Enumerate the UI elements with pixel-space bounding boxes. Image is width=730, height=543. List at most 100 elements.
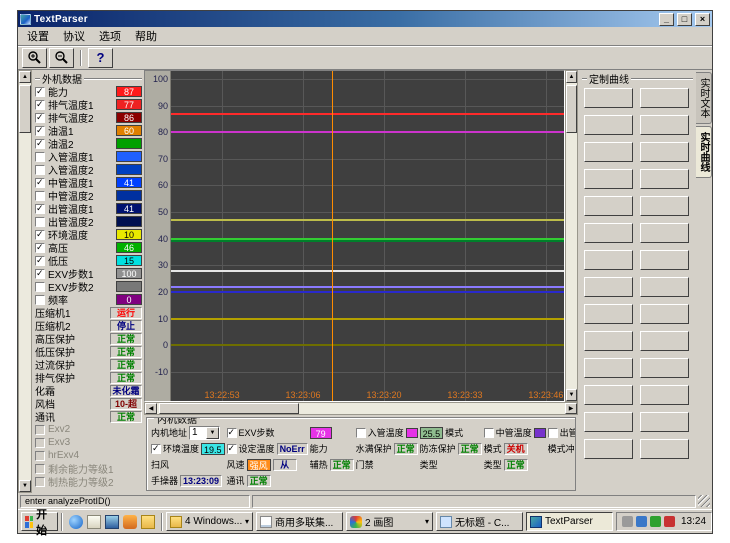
folder-icon[interactable]: [141, 515, 155, 529]
custom-curve-slot[interactable]: [640, 358, 689, 378]
left-scroll-track[interactable]: [19, 83, 31, 480]
row-checkbox[interactable]: [35, 165, 45, 175]
network-icon[interactable]: [636, 516, 647, 527]
custom-curve-slot[interactable]: [584, 223, 633, 243]
start-button[interactable]: 开始: [21, 512, 58, 531]
row-checkbox[interactable]: [35, 113, 45, 123]
chart-vscroll-track[interactable]: [566, 83, 577, 389]
media-icon[interactable]: [123, 515, 137, 529]
custom-curve-slot[interactable]: [640, 304, 689, 324]
custom-curve-slot[interactable]: [584, 412, 633, 432]
zoom-in-button[interactable]: [22, 48, 47, 68]
custom-curve-slot[interactable]: [640, 88, 689, 108]
custom-curve-slot[interactable]: [584, 250, 633, 270]
custom-curve-slot[interactable]: [584, 358, 633, 378]
side-tab-2[interactable]: 实时曲线: [696, 126, 712, 178]
custom-curve-slot[interactable]: [584, 196, 633, 216]
row-checkbox[interactable]: [35, 438, 45, 448]
custom-curve-slot[interactable]: [640, 439, 689, 459]
row-checkbox[interactable]: [35, 425, 45, 435]
desktop-icon[interactable]: [105, 515, 119, 529]
task-button[interactable]: TextParser: [526, 512, 613, 531]
row-checkbox[interactable]: [35, 139, 45, 149]
row-checkbox[interactable]: [35, 152, 45, 162]
row-checkbox[interactable]: [35, 256, 45, 266]
chart-vscroll-thumb[interactable]: [566, 85, 577, 133]
mail-icon[interactable]: [87, 515, 101, 529]
row-checkbox[interactable]: [35, 87, 45, 97]
custom-curve-slot[interactable]: [584, 88, 633, 108]
row-checkbox[interactable]: [35, 477, 45, 487]
ime-icon[interactable]: [664, 516, 675, 527]
scroll-down-icon[interactable]: ▼: [19, 480, 31, 492]
row-checkbox[interactable]: [35, 178, 45, 188]
row-checkbox[interactable]: [35, 191, 45, 201]
volume-icon[interactable]: [622, 516, 633, 527]
custom-curve-slot[interactable]: [640, 169, 689, 189]
left-scroll-thumb[interactable]: [19, 85, 31, 133]
custom-curve-slot[interactable]: [640, 196, 689, 216]
menu-item-4[interactable]: 帮助: [128, 27, 164, 45]
exv-steps-checkbox[interactable]: [227, 428, 237, 438]
menu-item-1[interactable]: 设置: [20, 27, 56, 45]
zoom-out-button[interactable]: [49, 48, 74, 68]
chart-vertical-scrollbar[interactable]: ▲ ▼: [565, 70, 578, 402]
env-temp-checkbox[interactable]: [151, 444, 161, 454]
help-button[interactable]: ?: [88, 48, 113, 68]
antivirus-icon[interactable]: [650, 516, 661, 527]
left-scrollbar[interactable]: ▲ ▼: [18, 70, 32, 493]
scroll-down-icon[interactable]: ▼: [566, 389, 577, 401]
custom-curve-slot[interactable]: [584, 142, 633, 162]
scroll-right-icon[interactable]: ▶: [565, 403, 577, 414]
row-checkbox[interactable]: [35, 464, 45, 474]
chevron-down-icon[interactable]: ▼: [206, 427, 219, 439]
resize-grip[interactable]: [698, 495, 710, 507]
maximize-button[interactable]: □: [677, 13, 692, 26]
custom-curve-slot[interactable]: [640, 223, 689, 243]
custom-curve-slot[interactable]: [640, 277, 689, 297]
custom-curve-slot[interactable]: [640, 412, 689, 432]
task-button[interactable]: 商用多联集...: [256, 512, 343, 531]
menu-item-3[interactable]: 选项: [92, 27, 128, 45]
custom-curve-slot[interactable]: [584, 385, 633, 405]
custom-curve-slot[interactable]: [640, 331, 689, 351]
ie-icon[interactable]: [69, 515, 83, 529]
inlet-temp-checkbox[interactable]: [356, 428, 366, 438]
custom-curve-slot[interactable]: [584, 277, 633, 297]
row-checkbox[interactable]: [35, 217, 45, 227]
side-tab-1[interactable]: 实时文本: [696, 72, 712, 124]
chart-horizontal-scrollbar[interactable]: ◀ ▶: [144, 402, 578, 415]
outlet-temp-checkbox[interactable]: [548, 428, 558, 438]
row-checkbox[interactable]: [35, 451, 45, 461]
custom-curve-slot[interactable]: [584, 169, 633, 189]
custom-curve-slot[interactable]: [640, 250, 689, 270]
row-checkbox[interactable]: [35, 230, 45, 240]
custom-curve-slot[interactable]: [584, 331, 633, 351]
task-button[interactable]: 4 Windows...▾: [166, 512, 253, 531]
custom-curve-slot[interactable]: [584, 115, 633, 135]
row-checkbox[interactable]: [35, 204, 45, 214]
row-checkbox[interactable]: [35, 243, 45, 253]
scroll-left-icon[interactable]: ◀: [145, 403, 157, 414]
custom-curve-slot[interactable]: [640, 115, 689, 135]
set-temp-checkbox[interactable]: [227, 444, 237, 454]
chart-hscroll-track[interactable]: [157, 403, 565, 414]
custom-curve-slot[interactable]: [640, 142, 689, 162]
scroll-up-icon[interactable]: ▲: [19, 71, 31, 83]
task-button[interactable]: 2 画图▾: [346, 512, 433, 531]
chart-hscroll-thumb[interactable]: [159, 403, 299, 414]
indoor-address-select[interactable]: 1 ▼: [189, 426, 220, 440]
custom-curve-slot[interactable]: [584, 304, 633, 324]
plot-area[interactable]: 13:22:5313:23:0613:23:2013:23:3313:23:46: [171, 71, 564, 401]
scroll-up-icon[interactable]: ▲: [566, 71, 577, 83]
row-checkbox[interactable]: [35, 100, 45, 110]
custom-curve-slot[interactable]: [640, 385, 689, 405]
mid-temp-checkbox[interactable]: [484, 428, 494, 438]
row-checkbox[interactable]: [35, 269, 45, 279]
custom-curve-slot[interactable]: [584, 439, 633, 459]
close-button[interactable]: ×: [695, 13, 710, 26]
row-checkbox[interactable]: [35, 126, 45, 136]
minimize-button[interactable]: _: [659, 13, 674, 26]
row-checkbox[interactable]: [35, 282, 45, 292]
task-button[interactable]: 无标题 - C...: [436, 512, 523, 531]
